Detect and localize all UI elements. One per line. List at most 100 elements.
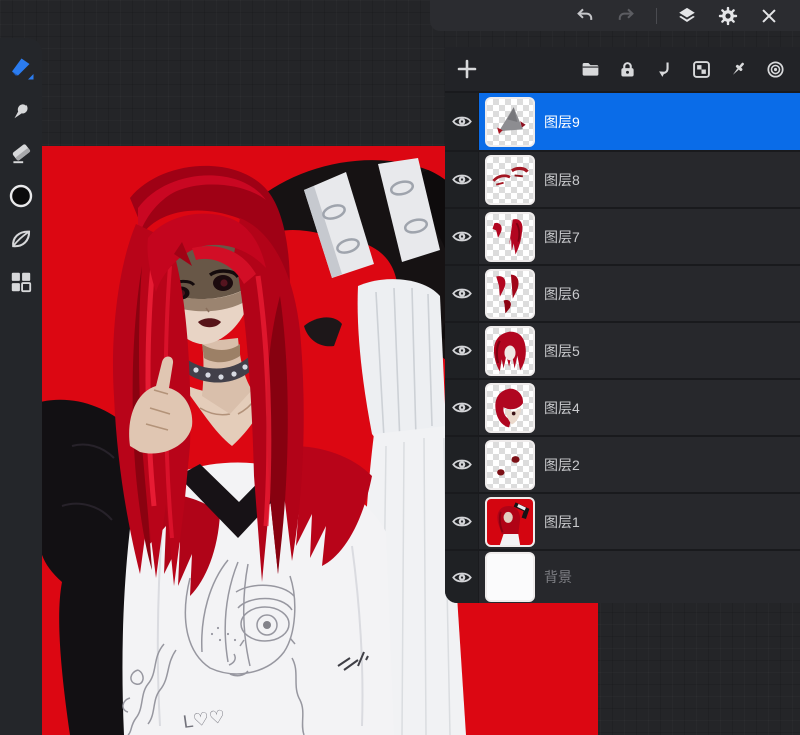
visibility-toggle[interactable] bbox=[451, 172, 473, 187]
visibility-toggle[interactable] bbox=[451, 514, 473, 529]
pin-icon bbox=[728, 59, 749, 80]
layer-row[interactable]: 图层9 bbox=[445, 93, 800, 150]
layer-gutter bbox=[445, 494, 479, 549]
layer-gutter bbox=[445, 437, 479, 492]
layer-row-content[interactable]: 图层5 bbox=[479, 323, 800, 378]
layer-row-content[interactable]: 图层4 bbox=[479, 380, 800, 435]
layer-gutter bbox=[445, 380, 479, 435]
brush-tool-button[interactable] bbox=[8, 54, 34, 80]
eye-icon bbox=[451, 114, 473, 129]
layer-row[interactable]: 图层5 bbox=[445, 321, 800, 378]
layer-row-content[interactable]: 图层1 bbox=[479, 494, 800, 549]
layers-panel-header bbox=[445, 47, 800, 93]
tools-grid-button[interactable] bbox=[8, 269, 34, 295]
visibility-toggle[interactable] bbox=[451, 343, 473, 358]
layers-panel: 图层9 图层8 图层7 图层6 图层5 图层4 图层2 图层1 背景 bbox=[445, 47, 800, 603]
layer-label: 图层9 bbox=[544, 113, 580, 130]
layer-label: 图层5 bbox=[544, 342, 580, 359]
spiral-icon bbox=[765, 59, 786, 80]
layer-label: 背景 bbox=[544, 569, 572, 585]
layer-row[interactable]: 图层1 bbox=[445, 492, 800, 549]
leaf-tool-button[interactable] bbox=[8, 226, 34, 252]
alpha-lock-button[interactable] bbox=[691, 59, 712, 80]
group-folder-button[interactable] bbox=[580, 59, 601, 80]
layer-label: 图层7 bbox=[544, 228, 580, 245]
smudge-tool-button[interactable] bbox=[8, 97, 34, 123]
layer-row[interactable]: 图层4 bbox=[445, 378, 800, 435]
add-layer-button[interactable] bbox=[455, 57, 479, 81]
layer-thumbnail[interactable] bbox=[485, 439, 535, 490]
layer-row-content[interactable]: 图层7 bbox=[479, 209, 800, 264]
pin-layer-button[interactable] bbox=[728, 59, 749, 80]
grid-icon bbox=[8, 269, 34, 295]
layer-thumbnail[interactable] bbox=[485, 325, 535, 376]
layer-label: 图层1 bbox=[544, 513, 580, 530]
layer-row[interactable]: 图层6 bbox=[445, 264, 800, 321]
layer-row-content[interactable]: 图层6 bbox=[479, 266, 800, 321]
layer-thumbnail[interactable] bbox=[485, 496, 535, 547]
color-circle-icon bbox=[8, 183, 34, 209]
layer-row[interactable]: 图层8 bbox=[445, 150, 800, 207]
visibility-toggle[interactable] bbox=[451, 400, 473, 415]
toolbar-separator bbox=[656, 7, 657, 24]
layer-gutter bbox=[445, 209, 479, 264]
layer-thumbnail[interactable] bbox=[485, 96, 535, 147]
eye-icon bbox=[451, 343, 473, 358]
layer-row[interactable]: 背景 bbox=[445, 549, 800, 603]
visibility-toggle[interactable] bbox=[451, 457, 473, 472]
eye-icon bbox=[451, 286, 473, 301]
layer-gutter bbox=[445, 152, 479, 207]
layer-row-content[interactable]: 图层8 bbox=[479, 152, 800, 207]
settings-button[interactable] bbox=[717, 5, 739, 27]
layer-thumbnail[interactable] bbox=[485, 552, 535, 602]
lock-layer-button[interactable] bbox=[617, 59, 638, 80]
eraser-icon bbox=[8, 140, 34, 166]
layer-row-content[interactable]: 图层2 bbox=[479, 437, 800, 492]
redo-icon bbox=[615, 5, 637, 27]
close-icon bbox=[758, 5, 780, 27]
eye-icon bbox=[451, 229, 473, 244]
layers-toggle-button[interactable] bbox=[676, 5, 698, 27]
layer-gutter bbox=[445, 323, 479, 378]
visibility-toggle[interactable] bbox=[451, 229, 473, 244]
layer-row-content[interactable]: 图层9 bbox=[479, 93, 800, 150]
gear-icon bbox=[717, 5, 739, 27]
leaf-icon bbox=[8, 226, 34, 252]
layer-label: 图层4 bbox=[544, 399, 580, 416]
eye-icon bbox=[451, 457, 473, 472]
layer-row-content[interactable]: 背景 bbox=[479, 551, 800, 603]
eye-icon bbox=[451, 570, 473, 585]
undo-button[interactable] bbox=[574, 5, 596, 27]
layer-gutter bbox=[445, 93, 479, 150]
layer-row[interactable]: 图层2 bbox=[445, 435, 800, 492]
layers-icon bbox=[676, 5, 698, 27]
layer-label: 图层8 bbox=[544, 171, 580, 188]
top-toolbar bbox=[430, 0, 800, 31]
visibility-toggle[interactable] bbox=[451, 114, 473, 129]
undo-icon bbox=[574, 5, 596, 27]
brush-icon bbox=[8, 54, 34, 80]
folder-icon bbox=[580, 59, 601, 80]
tool-sidebar bbox=[0, 38, 42, 735]
close-button[interactable] bbox=[758, 5, 780, 27]
layer-row[interactable]: 图层7 bbox=[445, 207, 800, 264]
layer-thumbnail[interactable] bbox=[485, 154, 535, 205]
layer-thumbnail[interactable] bbox=[485, 268, 535, 319]
eraser-tool-button[interactable] bbox=[8, 140, 34, 166]
smudge-icon bbox=[8, 97, 34, 123]
visibility-toggle[interactable] bbox=[451, 286, 473, 301]
lock-icon bbox=[617, 59, 638, 80]
layer-thumbnail[interactable] bbox=[485, 211, 535, 262]
clipping-mask-button[interactable] bbox=[654, 59, 675, 80]
layer-gutter bbox=[445, 266, 479, 321]
eye-icon bbox=[451, 514, 473, 529]
layer-label: 图层6 bbox=[544, 285, 580, 302]
blend-options-button[interactable] bbox=[765, 59, 786, 80]
redo-button[interactable] bbox=[615, 5, 637, 27]
layer-gutter bbox=[445, 551, 479, 603]
visibility-toggle[interactable] bbox=[451, 570, 473, 585]
eye-icon bbox=[451, 400, 473, 415]
color-swatch-button[interactable] bbox=[8, 183, 34, 209]
layer-list: 图层9 图层8 图层7 图层6 图层5 图层4 图层2 图层1 背景 bbox=[445, 93, 800, 603]
layer-thumbnail[interactable] bbox=[485, 382, 535, 433]
